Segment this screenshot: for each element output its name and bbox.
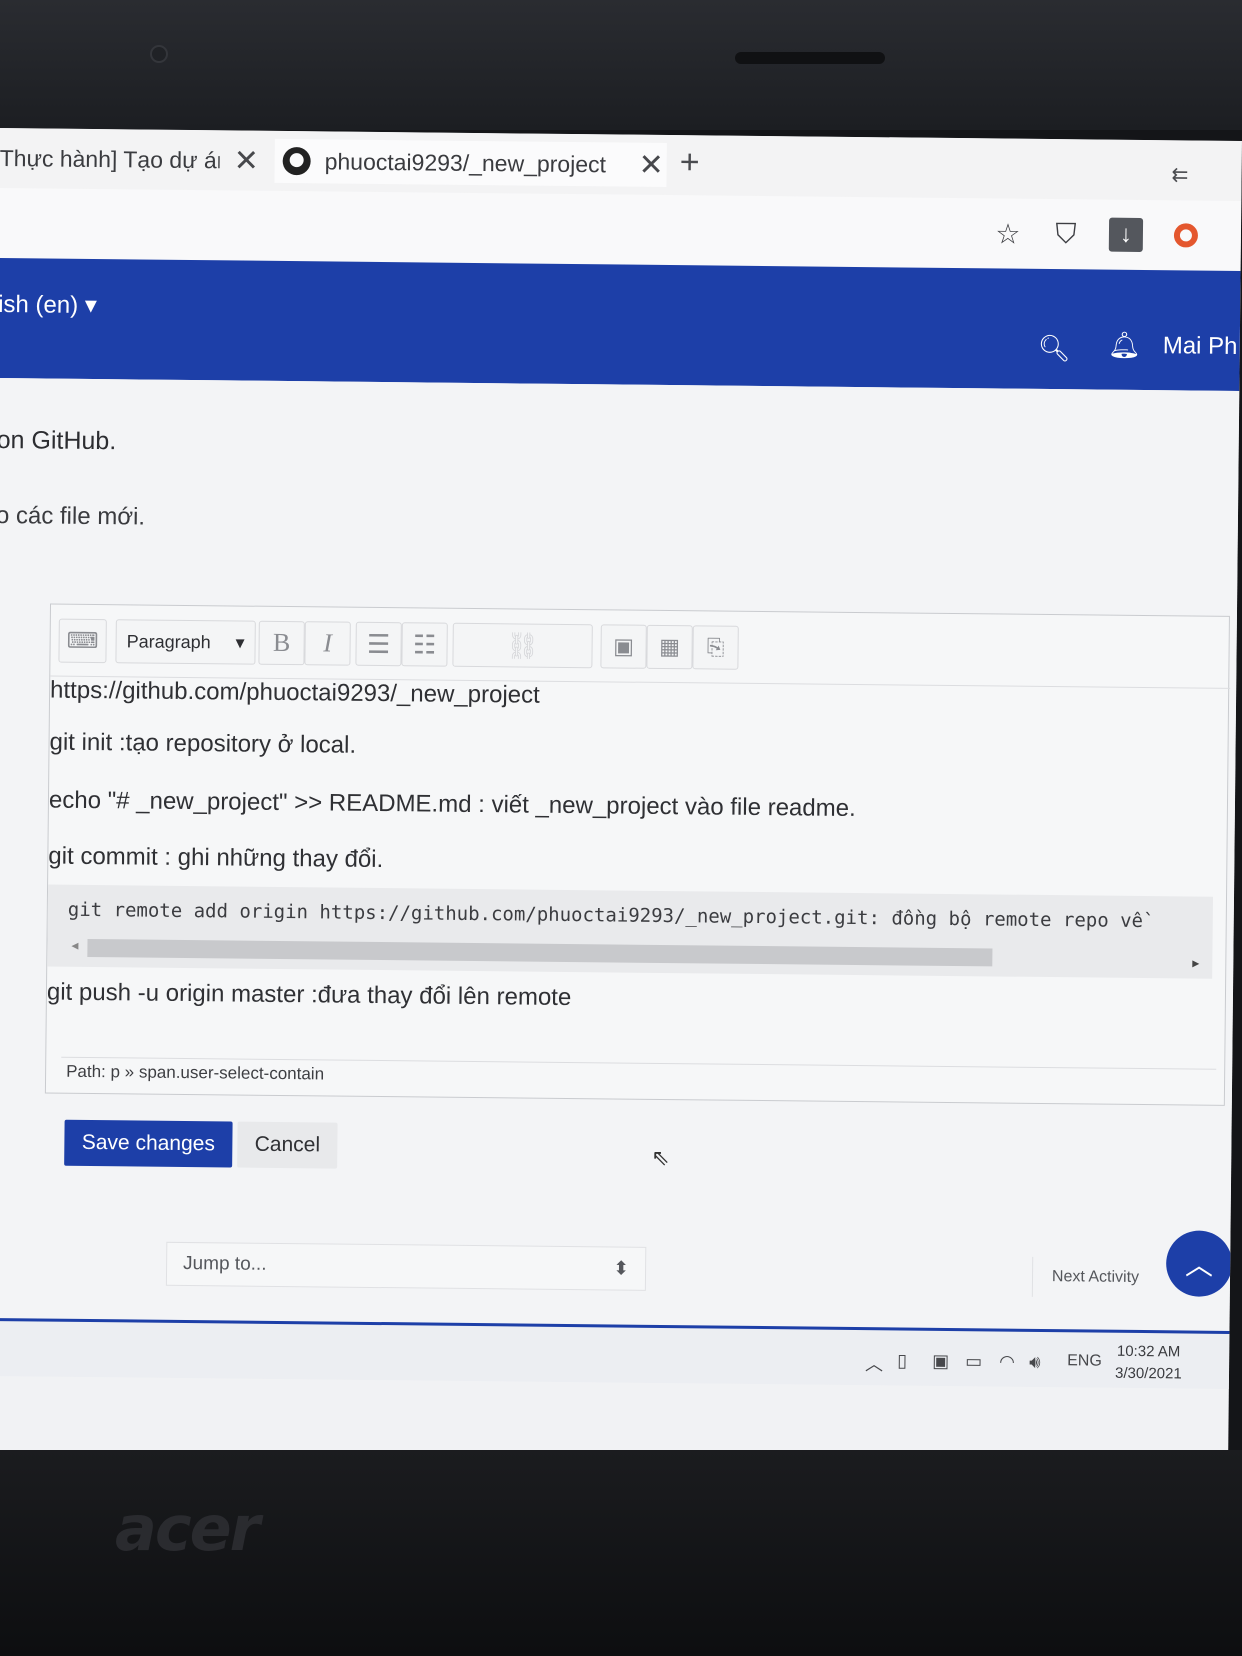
bookmark-star-icon[interactable]: ☆ [991, 216, 1025, 250]
editor-line: git init :tạo repository ở local. [49, 728, 357, 759]
scroll-right-icon[interactable]: ▸ [1192, 955, 1199, 972]
rich-text-editor: ⌨ Paragraph ▾ B I ☰ ☷ ⛓ ▣ ▦ ⎘ https://gi… [44, 603, 1231, 1106]
save-changes-button[interactable]: Save changes [64, 1119, 233, 1168]
toolbar-toggle-icon[interactable]: ⌨ [58, 618, 107, 664]
site-navbar: ish (en) ▾ 🔍︎ 🔔︎ Mai Ph [0, 257, 1241, 391]
system-clock[interactable]: 10:32 AM 3/30/2021 [1115, 1341, 1182, 1386]
paste-icon[interactable]: ⎘ [692, 625, 739, 670]
horizontal-scrollbar[interactable] [87, 938, 993, 967]
wifi-icon[interactable]: ◠ [999, 1352, 1015, 1373]
scroll-left-icon[interactable]: ◂ [71, 937, 78, 954]
github-icon [282, 146, 311, 176]
link-buttons-disabled: ⛓ [452, 622, 593, 669]
extension-icon[interactable] [1169, 218, 1203, 252]
acer-logo: acer [115, 1492, 260, 1565]
main-content: on GitHub. o các file mới. ⌨ Paragraph ▾… [0, 377, 1240, 1331]
cancel-button[interactable]: Cancel [237, 1121, 338, 1169]
download-icon[interactable]: ↓ [1108, 217, 1144, 252]
italic-button[interactable]: I [304, 621, 351, 666]
battery-icon[interactable]: ▭ [965, 1351, 982, 1372]
close-tab-icon[interactable]: ✕ [638, 147, 664, 182]
insert-image-icon[interactable]: ▣ [600, 624, 647, 669]
tab-assignment[interactable]: Thực hành] Tạo dự án ✕ [0, 136, 268, 183]
bold-button[interactable]: B [258, 620, 305, 666]
browser-toolbar: ☆ ⛉ ↓ [0, 187, 1242, 271]
laptop-bezel-top [0, 0, 1242, 130]
editor-content[interactable]: https://github.com/phuoctai9293/_new_pro… [46, 677, 1230, 1069]
mouse-cursor-icon: ⇖ [651, 1144, 670, 1171]
windows-taskbar: ︿ ▯ ▣ ▭ ◠ 🔊︎ ENG 10:32 AM 3/30/2021 [0, 1317, 1230, 1389]
tab-title: phuoctai9293/_new_project [324, 147, 607, 177]
instruction-text: on GitHub. [0, 425, 117, 456]
clock-date: 3/30/2021 [1114, 1364, 1182, 1383]
editor-line: echo "# _new_project" >> README.md : viế… [48, 786, 856, 822]
editor-toolbar: ⌨ Paragraph ▾ B I ☰ ☷ ⛓ ▣ ▦ ⎘ [50, 604, 1231, 689]
shield-icon[interactable]: ⛉ [1049, 217, 1083, 251]
search-icon[interactable]: 🔍︎ [1038, 333, 1071, 364]
notification-bell-icon[interactable]: 🔔︎ [1108, 330, 1141, 361]
instruction-text: o các file mới. [0, 501, 146, 531]
user-menu[interactable]: Mai Ph [1163, 332, 1238, 361]
bullet-list-icon[interactable]: ☰ [355, 621, 402, 667]
tab-title: Thực hành] Tạo dự án [0, 144, 220, 173]
numbered-list-icon[interactable]: ☷ [401, 622, 448, 667]
tab-github-repo[interactable]: phuoctai9293/_new_project ✕ [274, 138, 667, 187]
close-tab-icon[interactable]: ✕ [233, 143, 259, 178]
new-tab-button[interactable]: + [679, 143, 699, 182]
camera-slot [735, 52, 885, 64]
language-menu[interactable]: ish (en) ▾ [0, 290, 97, 320]
insert-media-icon[interactable]: ▦ [646, 624, 693, 670]
editor-line: git push -u origin master :đưa thay đổi … [46, 978, 572, 1012]
tray-app-icon[interactable]: ▯ [897, 1350, 907, 1371]
select-arrows-icon: ⬍ [613, 1257, 630, 1280]
tray-app-icon[interactable]: ▣ [932, 1351, 949, 1372]
tray-expand-icon[interactable]: ︿ [865, 1350, 883, 1376]
tab-overflow-icon[interactable]: ⇇ [1171, 162, 1188, 187]
editor-line: git commit : ghi những thay đổi. [48, 842, 384, 874]
volume-icon[interactable]: 🔊︎ [1029, 1352, 1041, 1373]
chevron-down-icon: ▾ [235, 631, 245, 653]
code-block: git remote add origin https://github.com… [47, 884, 1214, 979]
code-line: git remote add origin https://github.com… [67, 898, 1144, 933]
editor-line: https://github.com/phuoctai9293/_new_pro… [49, 676, 540, 709]
block-format-select[interactable]: Paragraph ▾ [115, 619, 256, 665]
clock-time: 10:32 AM [1116, 1342, 1181, 1361]
photo-frame: Thực hành] Tạo dự án ✕ phuoctai9293/_new… [0, 0, 1242, 1656]
screen: Thực hành] Tạo dự án ✕ phuoctai9293/_new… [0, 128, 1242, 1466]
input-language[interactable]: ENG [1067, 1352, 1102, 1370]
back-to-top-icon[interactable]: ︿ [1165, 1230, 1233, 1297]
webcam [150, 45, 168, 63]
jump-to-label: Jump to... [183, 1252, 267, 1275]
block-format-label: Paragraph [126, 630, 211, 652]
jump-to-select[interactable]: Jump to... ⬍ [165, 1241, 647, 1291]
next-activity-link[interactable]: Next Activity [1031, 1256, 1159, 1299]
